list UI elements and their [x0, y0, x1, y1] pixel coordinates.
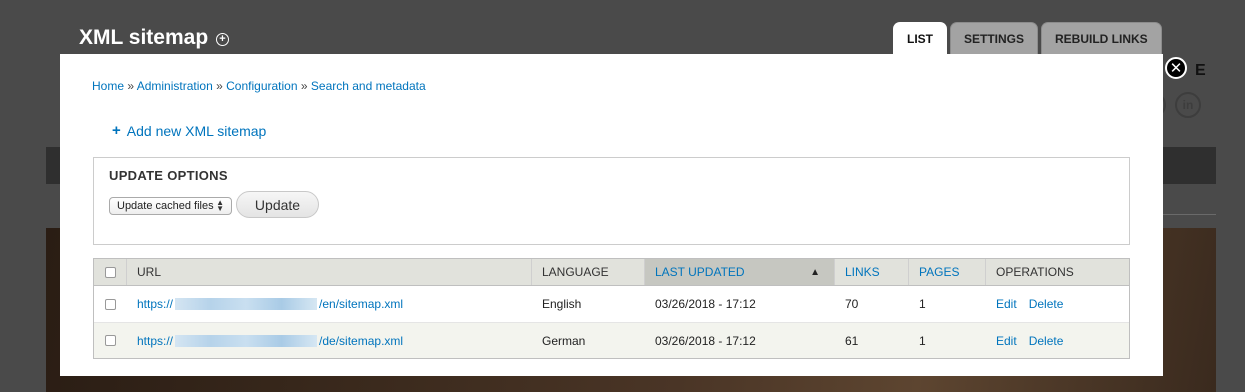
redacted-domain	[175, 298, 318, 310]
column-language: LANGUAGE	[532, 259, 645, 285]
column-url: URL	[127, 259, 532, 285]
tab-rebuild-links[interactable]: REBUILD LINKS	[1041, 22, 1162, 54]
select-all-cell	[94, 259, 127, 285]
add-sitemap-link[interactable]: + Add new XML sitemap	[112, 122, 266, 139]
operations-cell: Edit Delete	[986, 323, 1129, 358]
url-suffix: /de/sitemap.xml	[319, 333, 404, 348]
background-divider	[1163, 214, 1216, 215]
breadcrumb-separator: »	[216, 79, 223, 93]
last-updated-cell: 03/26/2018 - 17:12	[655, 297, 756, 311]
plus-icon: +	[112, 122, 121, 139]
pages-cell: 1	[919, 333, 926, 348]
url-prefix: https://	[137, 297, 174, 311]
url-prefix: https://	[137, 333, 174, 348]
table-row: https:// /de/sitemap.xml German 03/26/20…	[94, 322, 1129, 358]
table-row: https:// /en/sitemap.xml English 03/26/2…	[94, 286, 1129, 322]
links-cell: 61	[845, 333, 859, 348]
sitemap-url-link[interactable]: https:// /en/sitemap.xml	[137, 297, 403, 311]
breadcrumb-configuration[interactable]: Configuration	[226, 79, 297, 93]
close-icon[interactable]: ✕	[1165, 57, 1187, 79]
breadcrumb-home[interactable]: Home	[92, 79, 124, 93]
primary-tabs: LIST SETTINGS REBUILD LINKS	[893, 22, 1162, 54]
tab-settings[interactable]: SETTINGS	[950, 22, 1039, 54]
linkedin-icon: in	[1175, 92, 1201, 118]
column-links[interactable]: LINKS	[835, 259, 909, 285]
update-options-select[interactable]: Update cached files ▲ ▼	[109, 197, 232, 215]
select-value: Update cached files	[117, 200, 214, 212]
shortcut-add-icon[interactable]: +	[216, 33, 229, 46]
row-checkbox[interactable]	[105, 298, 116, 310]
row-select-cell	[94, 323, 127, 358]
breadcrumb-administration[interactable]: Administration	[137, 79, 213, 93]
select-arrows-icon: ▲ ▼	[216, 198, 224, 213]
table-header: URL LANGUAGE LAST UPDATED ▲ LINKS PAGES …	[94, 259, 1129, 286]
redacted-domain	[175, 334, 318, 347]
language-cell: English	[542, 297, 582, 311]
sitemap-url-link[interactable]: https:// /de/sitemap.xml	[137, 334, 403, 348]
operations-cell: Edit Delete	[986, 286, 1129, 322]
delete-link[interactable]: Delete	[1029, 334, 1064, 348]
pages-cell: 1	[919, 297, 926, 311]
update-options-legend: UPDATE OPTIONS	[109, 168, 228, 183]
sort-ascending-icon: ▲	[810, 266, 820, 278]
last-updated-cell: 03/26/2018 - 17:12	[655, 333, 756, 348]
breadcrumb-search-metadata[interactable]: Search and metadata	[311, 79, 426, 93]
column-pages[interactable]: PAGES	[909, 259, 986, 285]
row-select-cell	[94, 286, 127, 322]
column-operations: OPERATIONS	[996, 265, 1074, 279]
breadcrumb: Home » Administration » Configuration » …	[92, 79, 426, 93]
column-last-updated-label: LAST UPDATED	[655, 265, 745, 279]
update-options-fieldset: UPDATE OPTIONS Update cached files ▲ ▼ Up…	[93, 157, 1130, 245]
column-last-updated[interactable]: LAST UPDATED ▲	[645, 259, 835, 285]
overlay-panel: Home » Administration » Configuration » …	[60, 54, 1163, 376]
delete-link[interactable]: Delete	[1029, 297, 1064, 311]
select-all-checkbox[interactable]	[104, 266, 116, 278]
tab-list[interactable]: LIST	[893, 22, 947, 54]
breadcrumb-separator: »	[127, 79, 135, 93]
add-sitemap-label: Add new XML sitemap	[126, 122, 267, 139]
url-cell: https:// /de/sitemap.xml	[127, 323, 532, 358]
language-cell: German	[542, 333, 586, 348]
update-button[interactable]: Update	[236, 191, 319, 218]
edit-link[interactable]: Edit	[996, 334, 1017, 348]
links-cell: 70	[845, 297, 859, 311]
edit-link[interactable]: Edit	[996, 297, 1017, 311]
breadcrumb-separator: »	[300, 79, 308, 93]
url-suffix: /en/sitemap.xml	[319, 297, 404, 311]
background-partial-text: E	[1195, 62, 1206, 79]
page-title: XML sitemap	[79, 26, 209, 49]
url-cell: https:// /en/sitemap.xml	[127, 286, 532, 322]
row-checkbox[interactable]	[105, 335, 116, 346]
sitemap-table: URL LANGUAGE LAST UPDATED ▲ LINKS PAGES …	[93, 258, 1130, 359]
